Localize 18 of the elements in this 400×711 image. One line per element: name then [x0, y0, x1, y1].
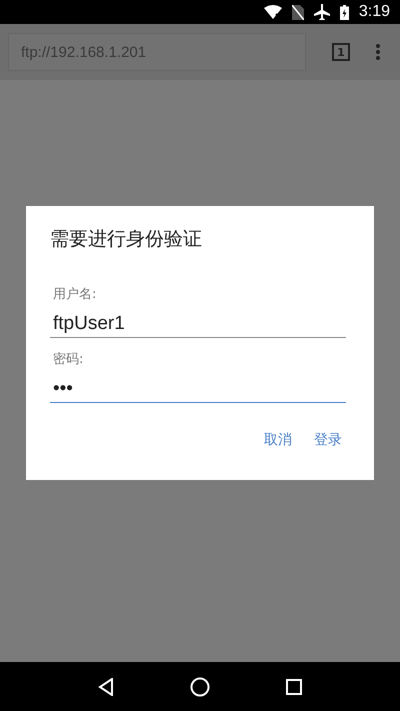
home-icon[interactable] [190, 676, 210, 696]
field-label: 密码: [53, 351, 84, 368]
input-field[interactable]: ftpUser1 [50, 303, 346, 338]
overflow-menu-icon[interactable] [376, 44, 380, 60]
address-bar[interactable]: ftp://192.168.1.201 [8, 33, 306, 71]
no-sim-icon [292, 4, 304, 20]
tab-count-button[interactable]: 1 [332, 43, 350, 61]
dialog-title: 需要进行身份验证 [50, 227, 203, 252]
wifi-off-icon [264, 5, 282, 19]
recents-icon[interactable] [286, 678, 302, 694]
back-icon[interactable] [98, 678, 114, 696]
status-time: 3:19 [358, 3, 390, 21]
input-field[interactable]: ••• [50, 368, 346, 403]
dialog-button[interactable]: 取消 [260, 425, 296, 455]
field-label: 用户名: [53, 286, 98, 303]
dialog-button[interactable]: 登录 [310, 425, 346, 455]
battery-icon [340, 4, 349, 20]
airplane-icon [314, 4, 330, 20]
